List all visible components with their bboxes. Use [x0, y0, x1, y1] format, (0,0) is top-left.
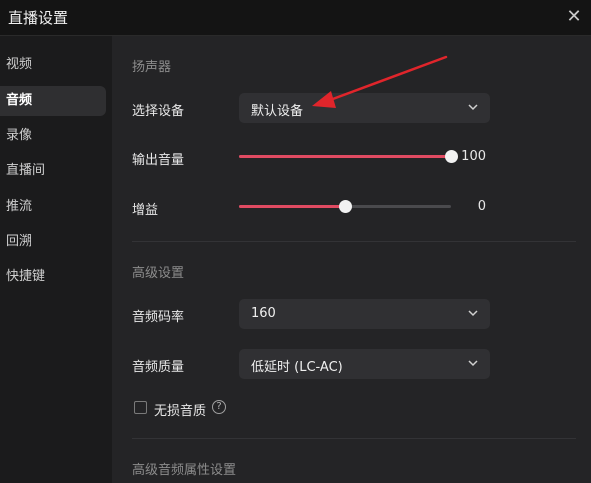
gain-slider-thumb[interactable]	[339, 200, 352, 213]
volume-label: 输出音量	[132, 153, 185, 168]
bitrate-label: 音频码率	[132, 310, 185, 325]
device-select-value: 默认设备	[251, 104, 304, 119]
volume-slider[interactable]	[239, 150, 458, 164]
sidebar-item-recording[interactable]: 录像	[0, 121, 106, 151]
sidebar-item-live-room[interactable]: 直播间	[0, 156, 106, 186]
device-select[interactable]: 默认设备	[239, 93, 490, 123]
bitrate-select-value: 160	[251, 306, 276, 321]
device-label: 选择设备	[132, 104, 185, 119]
volume-slider-thumb[interactable]	[445, 150, 458, 163]
bitrate-select[interactable]: 160	[239, 299, 490, 329]
window-title: 直播设置	[8, 9, 69, 27]
sidebar-item-video[interactable]: 视频	[0, 50, 106, 80]
advanced-props-section-title: 高级音频属性设置	[132, 463, 237, 478]
sidebar-item-audio[interactable]: 音频	[0, 86, 106, 116]
chevron-down-icon	[468, 310, 478, 317]
quality-select-value: 低延时 (LC-AC)	[251, 360, 343, 375]
gain-label: 增益	[132, 203, 159, 218]
sidebar-item-shortcuts[interactable]: 快捷键	[0, 262, 106, 292]
help-icon[interactable]: ?	[212, 400, 226, 414]
speaker-section-title: 扬声器	[132, 60, 172, 75]
sidebar-item-streaming[interactable]: 推流	[0, 192, 106, 222]
quality-label: 音频质量	[132, 360, 185, 375]
chevron-down-icon	[468, 360, 478, 367]
chevron-down-icon	[468, 104, 478, 111]
divider	[132, 241, 576, 242]
audio-settings-panel: 扬声器 选择设备 默认设备 输出音量 100 增益 0 高级设置 音频码率 16…	[112, 36, 591, 483]
volume-slider-fill	[239, 155, 451, 158]
sidebar: 视频 音频 录像 直播间 推流 回溯 快捷键	[0, 36, 112, 483]
lossless-label: 无损音质	[154, 404, 207, 419]
title-bar: 直播设置 ✕	[0, 0, 591, 36]
gain-value: 0	[477, 199, 486, 214]
close-icon[interactable]: ✕	[565, 8, 583, 26]
gain-slider[interactable]	[239, 200, 451, 214]
volume-value: 100	[461, 149, 486, 164]
advanced-section-title: 高级设置	[132, 266, 185, 281]
divider	[132, 438, 576, 439]
quality-select[interactable]: 低延时 (LC-AC)	[239, 349, 490, 379]
sidebar-item-replay[interactable]: 回溯	[0, 227, 106, 257]
settings-window: 直播设置 ✕ 视频 音频 录像 直播间 推流 回溯 快捷键 扬声器 选择设备 默…	[0, 0, 591, 483]
gain-slider-fill	[239, 205, 345, 208]
lossless-checkbox[interactable]	[134, 401, 147, 414]
